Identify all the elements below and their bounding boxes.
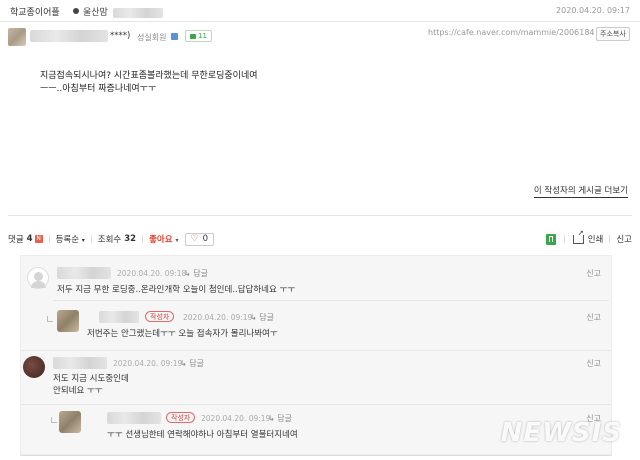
reply-button[interactable]: ↳ 답글 (184, 268, 208, 279)
reply-button[interactable]: ↳ 답글 (180, 358, 204, 369)
avatar (8, 28, 26, 46)
separator (48, 235, 50, 243)
reply-button[interactable]: ↳ 답글 (250, 312, 274, 323)
comment-item: 2020.04.20. 09:19 ↳ 답글 저도 지금 시도중인데 안되네요 … (23, 356, 607, 402)
bookmark-icon[interactable] (545, 233, 556, 245)
reply-indent-icon (47, 316, 53, 322)
likes-label: 좋아요 (149, 235, 173, 245)
post-line-2: ㅡㅡ..아침부터 짜증나네여ㅜㅜ (40, 84, 157, 94)
comment-date: 2020.04.20. 09:18 (117, 269, 187, 278)
author-name[interactable]: ****) (30, 30, 130, 42)
comment-text: 저번주는 안그랬는데ㅜㅜ 오늘 접속자가 몰리나봐여ㅜ (87, 329, 278, 339)
redacted-commenter[interactable] (57, 267, 111, 279)
separator (142, 235, 144, 243)
like-button[interactable]: ♡ 0 (184, 232, 215, 246)
comments-count: 4 (26, 234, 33, 244)
comment-text-line-1: 저도 지금 시도중인데 (53, 374, 129, 384)
author-name-suffix: ****) (110, 31, 131, 41)
likes-dropdown[interactable]: 좋아요 ▾ (149, 233, 178, 245)
caret-down-icon: ▾ (81, 237, 85, 244)
print-button[interactable]: 인쇄 (588, 233, 604, 245)
report-button[interactable]: 신고 (616, 233, 632, 245)
comment-date: 2020.04.20. 09:19 (183, 313, 253, 322)
post-date: 2020.04.20. 09:17 (556, 6, 630, 15)
more-posts-link[interactable]: 이 작성자의 게시글 더보기 (533, 186, 628, 198)
post-url[interactable]: https://cafe.naver.com/mammie/2006184 (428, 28, 595, 37)
separator (90, 235, 92, 243)
separator (563, 235, 565, 243)
comment-date: 2020.04.20. 09:19 (113, 359, 183, 368)
redacted-commenter[interactable] (107, 412, 161, 424)
sort-label: 등록순 (55, 235, 80, 245)
default-avatar-icon (34, 272, 43, 281)
divider (21, 404, 611, 405)
member-grade-icon (171, 33, 178, 40)
caret-down-icon: ▾ (175, 237, 179, 244)
copy-url-button[interactable]: 주소복사 (596, 27, 630, 41)
comment-text: 저두 지금 무한 로딩중..온라인개학 오늘이 첨인데..답답하네요 ㅜㅜ (57, 285, 296, 295)
speech-bubble-icon (190, 33, 196, 39)
comment-text: ㅜㅜ 선생님한테 연락해야하나 아침부터 열불터지네여 (107, 430, 298, 440)
comment-count: 11 (198, 32, 207, 40)
separator (609, 235, 611, 243)
member-grade-label: 성실회원 (137, 33, 167, 42)
avatar[interactable] (59, 411, 81, 433)
divider (20, 455, 612, 456)
sort-dropdown[interactable]: 등록순 ▾ (56, 233, 85, 245)
redacted-commenter[interactable] (99, 311, 139, 323)
report-button[interactable]: 신고 (586, 312, 601, 323)
share-icon[interactable]: ↗ (572, 229, 584, 244)
comment-reply-item: 작성자 2020.04.20. 09:19 ↳ 답글 저번주는 안그랬는데ㅜㅜ … (47, 310, 607, 346)
area-dot-icon (73, 8, 79, 14)
views-label: 조회수 (97, 235, 122, 245)
area-name-text: 울산맘 (83, 8, 108, 18)
divider (21, 350, 611, 351)
report-button[interactable]: 신고 (586, 358, 601, 369)
comment-text-line-2: 안되네요 ㅜㅜ (53, 386, 103, 396)
redacted-commenter[interactable] (53, 357, 107, 369)
watermark-logo: NEWSIS (500, 418, 622, 448)
report-button[interactable]: 신고 (586, 268, 601, 279)
divider (53, 300, 609, 301)
like-count: 0 (202, 234, 209, 244)
author-avatar[interactable] (8, 28, 26, 46)
avatar[interactable] (57, 310, 79, 332)
comments-label[interactable]: 댓글 (8, 233, 24, 245)
heart-icon: ♡ (190, 234, 199, 244)
reply-button[interactable]: ↳ 답글 (268, 413, 292, 424)
new-badge: N (34, 235, 43, 243)
board-name[interactable]: 학교종이어플 (10, 5, 60, 18)
reply-indent-icon (51, 417, 57, 423)
writer-tag: 작성자 (166, 412, 196, 423)
comment-date: 2020.04.20. 09:19 (201, 414, 271, 423)
comment-count-badge[interactable]: 11 (185, 30, 212, 42)
writer-tag: 작성자 (145, 311, 175, 322)
avatar[interactable] (23, 356, 45, 378)
post-toolbar: 댓글 4 N 등록순 ▾ 조회수 32 좋아요 ▾ ♡ 0 ↗ 인쇄 신고 (8, 229, 632, 246)
views-count: 32 (124, 234, 137, 244)
divider (8, 215, 632, 216)
avatar[interactable] (27, 267, 49, 289)
post-line-1: 지금접속되시나여? 시간표좀볼라했는데 무한로딩중이네여 (40, 71, 258, 81)
area-name: 울산맘 (83, 5, 163, 18)
redacted-author-name (30, 30, 108, 42)
redacted-area (112, 7, 163, 18)
